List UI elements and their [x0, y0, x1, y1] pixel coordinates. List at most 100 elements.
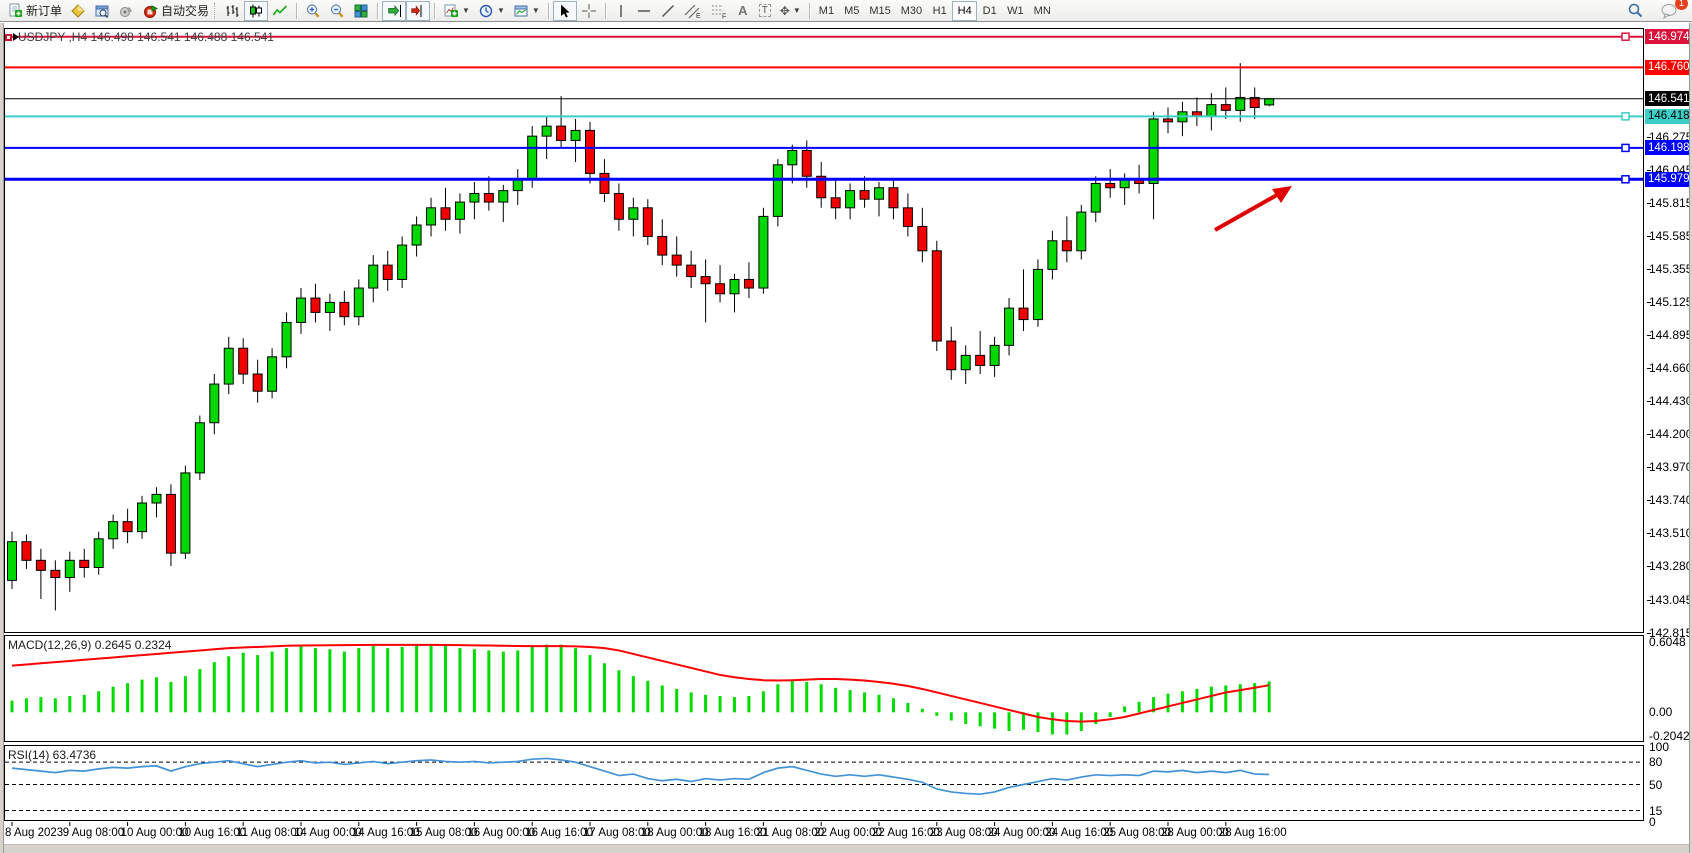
arrows-caret-icon: ▼ — [793, 7, 801, 15]
price-tick-label: 143.970 — [1649, 460, 1692, 474]
periods-clock-icon — [478, 3, 494, 19]
price-tick-mark — [1647, 600, 1651, 601]
chart-collapse-widget[interactable] — [5, 33, 19, 41]
vertical-line-button[interactable] — [610, 1, 632, 21]
horizontal-line-icon — [636, 3, 652, 19]
mt4-window: 新订单 自动交易 — [0, 0, 1692, 853]
indicators-icon — [443, 3, 459, 19]
toolbar-separator — [809, 3, 810, 19]
equidistant-channel-button[interactable]: E — [680, 1, 706, 21]
price-tick-mark — [1647, 203, 1651, 204]
crosshair-icon — [581, 3, 597, 19]
timeframe-m15[interactable]: M15 — [864, 1, 895, 21]
price-tick-mark — [1647, 335, 1651, 336]
trendline-icon — [660, 3, 676, 19]
chart-title: USDJPY ,H4 146.498 146.541 146.488 146.5… — [18, 30, 274, 44]
macd-pane[interactable] — [4, 635, 1644, 742]
auto-scroll-icon — [386, 3, 402, 19]
price-tick-label: 143.045 — [1649, 593, 1692, 607]
trendline-button[interactable] — [656, 1, 680, 21]
chart-shift-icon — [410, 3, 426, 19]
time-label: 28 Aug 16:00 — [1219, 827, 1287, 839]
new-order-button[interactable]: 新订单 — [4, 1, 66, 21]
chart-shift-button[interactable] — [406, 1, 430, 21]
zoom-out-icon — [329, 3, 345, 19]
price-tick-mark — [1647, 467, 1651, 468]
arrows-button[interactable]: ✥ ▼ — [776, 1, 805, 21]
timeframe-h4[interactable]: H4 — [952, 1, 977, 21]
tile-windows-button[interactable] — [349, 1, 373, 21]
cursor-button[interactable] — [553, 1, 577, 21]
line-anchor-icon — [5, 34, 12, 41]
price-tick-label: 143.510 — [1649, 526, 1692, 540]
price-badge: 146.974 — [1645, 29, 1689, 44]
toolbar-separator — [434, 3, 435, 19]
sound-button[interactable] — [114, 1, 138, 21]
price-tick-mark — [1647, 500, 1651, 501]
price-tick-label: 144.200 — [1649, 427, 1692, 441]
zoom-in-button[interactable] — [301, 1, 325, 21]
price-tick-mark — [1647, 236, 1651, 237]
indicators-caret-icon: ▼ — [462, 7, 470, 15]
rsi-pane[interactable] — [4, 745, 1644, 821]
main-chart-pane[interactable] — [4, 28, 1644, 633]
sound-icon — [118, 3, 134, 19]
price-badge: 146.760 — [1645, 60, 1689, 75]
data-window-button[interactable] — [90, 1, 114, 21]
price-tick-label: 143.280 — [1649, 559, 1692, 573]
fibonacci-button[interactable]: F — [706, 1, 732, 21]
timeframe-h1[interactable]: H1 — [927, 1, 952, 21]
crosshair-button[interactable] — [577, 1, 601, 21]
candles-chart-button[interactable] — [244, 1, 268, 21]
rsi-label: RSI(14) 63.4736 — [8, 748, 96, 762]
toolbar-separator — [605, 3, 606, 19]
timeframe-d1[interactable]: D1 — [977, 1, 1002, 21]
autotrade-button[interactable]: 自动交易 — [138, 1, 213, 21]
rsi-axis-label: 50 — [1649, 778, 1662, 792]
price-tick-label: 144.430 — [1649, 394, 1692, 408]
search-button[interactable] — [1623, 1, 1648, 21]
toolbar-separator — [377, 3, 378, 19]
text-button[interactable]: A — [732, 1, 754, 21]
candles-chart-icon — [248, 3, 264, 19]
price-tick-label: 143.740 — [1649, 493, 1692, 507]
templates-caret-icon: ▼ — [532, 7, 540, 15]
window-left-edge — [0, 23, 4, 853]
auto-scroll-button[interactable] — [382, 1, 406, 21]
horizontal-line-button[interactable] — [632, 1, 656, 21]
price-axis[interactable]: 146.275146.045145.815145.585145.355145.1… — [1645, 23, 1689, 844]
line-chart-button[interactable] — [268, 1, 292, 21]
market-watch-icon — [70, 3, 86, 19]
timeframe-m30[interactable]: M30 — [896, 1, 927, 21]
price-tick-mark — [1647, 566, 1651, 567]
price-badge: 146.418 — [1645, 109, 1689, 124]
price-tick-mark — [1647, 401, 1651, 402]
rsi-axis-label: 100 — [1649, 740, 1669, 754]
price-tick-label: 145.125 — [1649, 295, 1692, 309]
timeframe-m1[interactable]: M1 — [814, 1, 839, 21]
zoom-in-icon — [305, 3, 321, 19]
bars-chart-button[interactable] — [220, 1, 244, 21]
price-badge: 146.541 — [1645, 91, 1689, 106]
time-label: 8 Aug 2023 — [5, 827, 63, 839]
fibonacci-icon: F — [710, 3, 728, 19]
macd-axis-label: 0.6048 — [1649, 635, 1686, 649]
chat-button[interactable]: 1 — [1656, 1, 1682, 21]
text-label-button[interactable]: T — [754, 1, 776, 21]
zoom-out-button[interactable] — [325, 1, 349, 21]
periods-caret-icon: ▼ — [497, 7, 505, 15]
timeframe-w1[interactable]: W1 — [1002, 1, 1029, 21]
time-label: 9 Aug 08:00 — [63, 827, 124, 839]
timeframe-mn[interactable]: MN — [1029, 1, 1056, 21]
indicators-button[interactable]: ▼ — [439, 1, 474, 21]
notification-badge: 1 — [1675, 0, 1688, 10]
timeframe-m5[interactable]: M5 — [839, 1, 864, 21]
svg-text:E: E — [696, 13, 701, 19]
price-tick-mark — [1647, 368, 1651, 369]
text-icon: A — [738, 3, 747, 18]
market-watch-button[interactable] — [66, 1, 90, 21]
periods-button[interactable]: ▼ — [474, 1, 509, 21]
templates-button[interactable]: ▼ — [509, 1, 544, 21]
price-tick-mark — [1647, 633, 1651, 634]
rsi-axis-label: 0 — [1649, 815, 1656, 829]
